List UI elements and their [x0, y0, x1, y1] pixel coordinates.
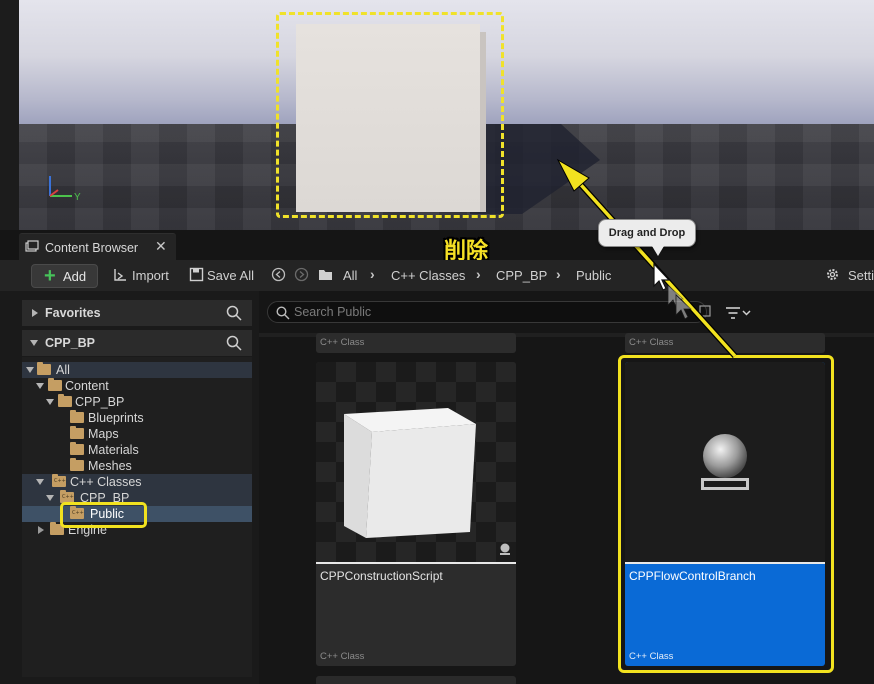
breadcrumb-cpp-bp[interactable]: CPP_BP	[496, 268, 547, 283]
chevron-right-icon[interactable]	[38, 526, 44, 534]
asset-search-input[interactable]: Search Public	[267, 301, 707, 323]
tree-item-cpp-bp[interactable]: CPP_BP	[22, 394, 252, 410]
callout-label: Drag and Drop	[608, 227, 686, 239]
asset-type-label: C++ Class	[629, 337, 674, 348]
mouse-cursor-icon	[653, 262, 671, 291]
tab-bar: Content Browser ✕	[0, 230, 874, 260]
chevron-right-icon[interactable]: ›	[370, 266, 375, 282]
project-label: CPP_BP	[45, 336, 96, 350]
settings-button[interactable]: Setti	[848, 268, 874, 283]
forward-icon[interactable]	[294, 267, 309, 282]
project-section[interactable]: CPP_BP	[22, 330, 252, 356]
filter-icon[interactable]	[725, 306, 751, 320]
selected-asset-highlight	[618, 355, 834, 673]
asset-tile-partial[interactable]: C++ Class	[625, 333, 825, 353]
tree-item-label: Blueprints	[88, 411, 144, 425]
tree-item-label: C++ Classes	[70, 475, 142, 489]
tree-item-blueprints[interactable]: Blueprints	[22, 410, 252, 426]
editor-window: { "tab": { "title": "Content Browser", "…	[0, 0, 874, 684]
chevron-down-icon[interactable]	[46, 495, 54, 501]
chevron-down-icon[interactable]	[46, 399, 54, 405]
tree-item-label: Maps	[88, 427, 119, 441]
tree-item-label: All	[56, 363, 70, 377]
gear-icon[interactable]	[825, 267, 840, 282]
add-button[interactable]: + Add	[31, 264, 98, 288]
folder-icon	[319, 270, 332, 280]
plus-icon: +	[44, 265, 56, 287]
level-viewport[interactable]: Y	[0, 0, 874, 230]
save-all-button[interactable]: Save All	[207, 268, 254, 283]
tree-item-maps[interactable]: Maps	[22, 426, 252, 442]
folder-icon	[58, 394, 72, 407]
chevron-down-icon	[30, 340, 38, 346]
add-button-label: Add	[63, 269, 87, 284]
cube-icon	[344, 408, 476, 538]
scene-component-icon	[500, 543, 510, 555]
chevron-right-icon[interactable]: ›	[476, 266, 481, 282]
content-browser-toolbar: + Add Import Save All All › C++ Classes …	[0, 260, 874, 291]
chevron-right-icon	[32, 309, 38, 317]
chevron-down-icon[interactable]	[36, 479, 44, 485]
favorites-label: Favorites	[45, 306, 101, 320]
search-icon	[276, 306, 290, 320]
breadcrumb-cpp-classes[interactable]: C++ Classes	[391, 268, 465, 283]
back-icon[interactable]	[271, 267, 286, 282]
tree-item-materials[interactable]: Materials	[22, 442, 252, 458]
folder-icon	[70, 410, 84, 423]
callout-tail	[652, 246, 664, 256]
folder-icon	[70, 458, 84, 471]
content-browser-icon	[25, 240, 39, 252]
chevron-down-icon[interactable]	[36, 383, 44, 389]
tree-item-label: CPP_BP	[75, 395, 125, 409]
folder-icon	[37, 362, 51, 375]
close-icon[interactable]: ✕	[155, 238, 167, 255]
asset-tile-partial[interactable]: C++ Class	[316, 333, 516, 353]
tree-item-label: Content	[65, 379, 109, 393]
asset-tile-cpp-construction-script[interactable]: CPPConstructionScript C++ Class	[316, 362, 516, 666]
tab-content-browser[interactable]: Content Browser ✕	[19, 233, 176, 260]
tree-item-content[interactable]: Content	[22, 378, 252, 394]
delete-target-highlight	[276, 12, 504, 218]
public-folder-highlight	[60, 502, 147, 528]
sources-panel: Favorites CPP_BP All Content CPP_BP Blue…	[19, 291, 257, 684]
chevron-down-icon[interactable]	[26, 367, 34, 373]
asset-type-label: C++ Class	[320, 337, 365, 348]
asset-tile-divider	[316, 562, 516, 564]
import-icon[interactable]	[113, 267, 128, 282]
search-icon[interactable]	[226, 305, 242, 321]
import-button[interactable]: Import	[132, 268, 169, 283]
axis-y-label: Y	[74, 192, 81, 203]
search-placeholder: Search Public	[294, 305, 372, 319]
asset-type-label: C++ Class	[320, 651, 365, 662]
tree-item-label: Meshes	[88, 459, 132, 473]
cpp-folder-icon	[52, 474, 66, 487]
save-icon[interactable]	[189, 267, 204, 282]
asset-tile-partial[interactable]	[316, 676, 516, 684]
asset-name: CPPConstructionScript	[320, 569, 443, 583]
breadcrumb-all[interactable]: All	[343, 268, 357, 283]
tab-label: Content Browser	[45, 241, 139, 255]
search-icon[interactable]	[226, 335, 242, 351]
folder-icon	[70, 442, 84, 455]
favorites-section[interactable]: Favorites	[22, 300, 252, 326]
tree-item-all[interactable]: All	[22, 362, 252, 378]
folder-icon	[48, 378, 62, 391]
tree-item-cpp-classes[interactable]: C++ Classes	[22, 474, 252, 490]
axis-gizmo-icon: Y	[49, 176, 81, 203]
breadcrumb-public[interactable]: Public	[576, 268, 611, 283]
drag-and-drop-callout: Drag and Drop	[598, 219, 696, 247]
folder-icon	[70, 426, 84, 439]
tree-item-meshes[interactable]: Meshes	[22, 458, 252, 474]
save-search-icon[interactable]	[699, 305, 711, 317]
viewport-left-edge	[0, 0, 19, 230]
chevron-right-icon[interactable]: ›	[556, 266, 561, 282]
tree-item-label: Materials	[88, 443, 139, 457]
asset-thumbnail	[316, 362, 516, 562]
